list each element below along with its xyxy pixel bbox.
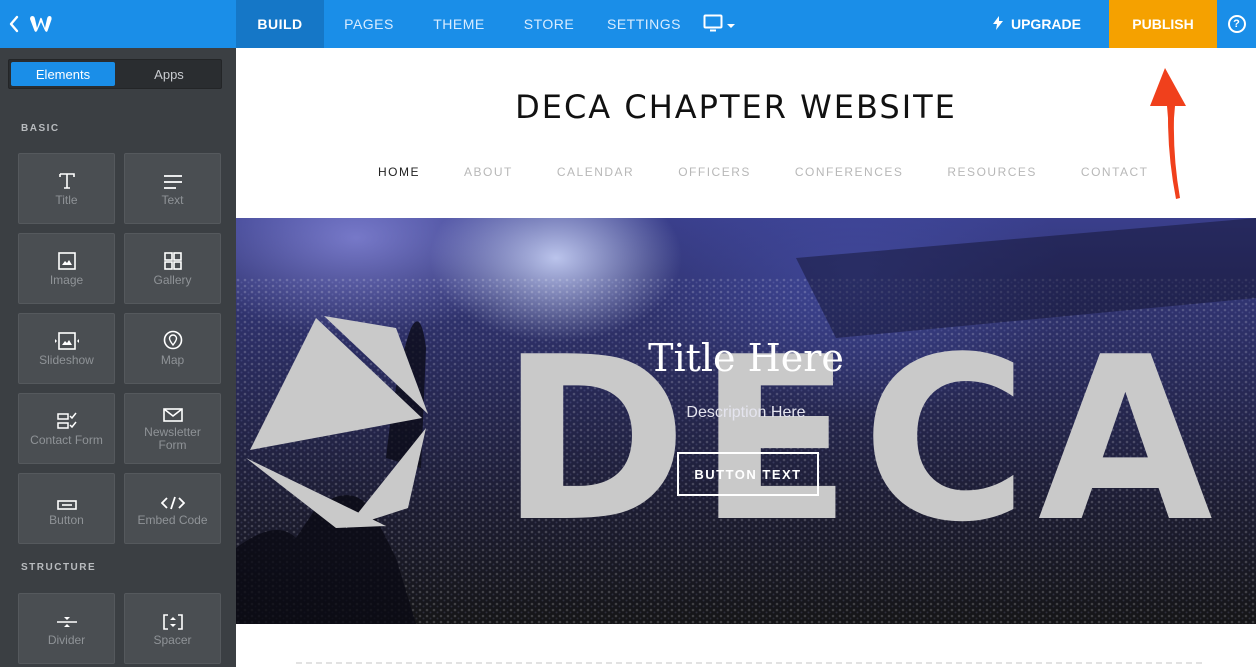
section-basic-label: BASIC: [21, 123, 60, 134]
top-toolbar: BUILD PAGES THEME STORE SETTINGS UPGRADE…: [0, 0, 1256, 48]
tab-theme[interactable]: THEME: [414, 0, 504, 48]
code-icon: [160, 474, 185, 514]
help-button[interactable]: ?: [1217, 0, 1256, 48]
element-newsletter-form[interactable]: Newsletter Form: [124, 393, 221, 464]
element-title[interactable]: Title: [18, 153, 115, 224]
site-nav-calendar[interactable]: CALENDAR: [557, 165, 634, 179]
editor-canvas: DECA CHAPTER WEBSITE HOME ABOUT CALENDAR…: [236, 48, 1256, 667]
upgrade-button[interactable]: UPGRADE: [992, 0, 1109, 48]
site-nav-about[interactable]: ABOUT: [464, 165, 513, 179]
annotation-arrow-icon: [1150, 68, 1186, 199]
button-icon: [56, 474, 77, 514]
site-navigation: HOME ABOUT CALENDAR OFFICERS CONFERENCES…: [378, 165, 1193, 179]
element-label: Map: [160, 353, 185, 367]
element-label: Title: [55, 193, 78, 207]
device-preview-button[interactable]: [694, 0, 744, 48]
element-label: Spacer: [153, 633, 192, 647]
element-label: Button: [49, 513, 84, 527]
section-structure-label: STRUCTURE: [21, 562, 97, 573]
element-label: Gallery: [153, 273, 192, 287]
hero-title[interactable]: Title Here: [236, 336, 1256, 380]
slideshow-icon: [54, 314, 80, 354]
element-label: Slideshow: [39, 353, 94, 367]
map-pin-icon: [163, 314, 183, 354]
site-nav-officers[interactable]: OFFICERS: [678, 165, 751, 179]
element-map[interactable]: Map: [124, 313, 221, 384]
hero-banner[interactable]: DECA Title Here Description Here BUTTON …: [236, 218, 1256, 624]
image-icon: [57, 234, 76, 274]
element-button[interactable]: Button: [18, 473, 115, 544]
element-image[interactable]: Image: [18, 233, 115, 304]
back-icon[interactable]: [0, 0, 28, 48]
text-icon: [163, 154, 183, 194]
envelope-icon: [162, 394, 183, 426]
element-embed-code[interactable]: Embed Code: [124, 473, 221, 544]
site-nav-home[interactable]: HOME: [378, 165, 420, 179]
upgrade-label: UPGRADE: [1010, 16, 1081, 32]
hero-description[interactable]: Description Here: [236, 404, 1256, 422]
element-spacer[interactable]: Spacer: [124, 593, 221, 664]
site-nav-resources[interactable]: RESOURCES: [947, 165, 1037, 179]
element-text[interactable]: Text: [124, 153, 221, 224]
element-slideshow[interactable]: Slideshow: [18, 313, 115, 384]
element-label: Divider: [47, 633, 86, 647]
site-title[interactable]: DECA CHAPTER WEBSITE: [236, 88, 1236, 126]
title-icon: [58, 154, 76, 194]
tab-build[interactable]: BUILD: [236, 0, 324, 48]
contact-form-icon: [56, 394, 77, 434]
tab-store[interactable]: STORE: [504, 0, 594, 48]
publish-button[interactable]: PUBLISH: [1109, 0, 1217, 48]
help-icon: ?: [1227, 15, 1246, 33]
spacer-icon: [162, 594, 183, 634]
site-nav-conferences[interactable]: CONFERENCES: [795, 165, 904, 179]
weebly-logo-icon[interactable]: [28, 0, 64, 48]
element-label: Contact Form: [30, 433, 103, 447]
element-label: Embed Code: [137, 513, 208, 527]
tab-apps[interactable]: Apps: [117, 60, 221, 88]
element-label: Image: [49, 273, 84, 287]
element-label: Text: [161, 193, 184, 207]
tab-elements[interactable]: Elements: [11, 62, 115, 86]
hero-button[interactable]: BUTTON TEXT: [677, 452, 819, 496]
drop-zone-divider: [296, 662, 1202, 664]
monitor-icon: [703, 14, 723, 35]
gallery-icon: [163, 234, 182, 274]
chevron-down-icon: [727, 16, 735, 32]
element-gallery[interactable]: Gallery: [124, 233, 221, 304]
lightning-icon: [992, 15, 1003, 33]
tab-pages[interactable]: PAGES: [324, 0, 414, 48]
element-divider[interactable]: Divider: [18, 593, 115, 664]
sidebar-tab-switch: Elements Apps: [8, 59, 222, 89]
element-contact-form[interactable]: Contact Form: [18, 393, 115, 464]
divider-icon: [56, 594, 78, 634]
element-label: Newsletter Form: [144, 425, 201, 452]
site-nav-contact[interactable]: CONTACT: [1081, 165, 1149, 179]
elements-sidebar: Elements Apps BASIC Title Text Image Gal…: [0, 48, 236, 667]
tab-settings[interactable]: SETTINGS: [594, 0, 694, 48]
